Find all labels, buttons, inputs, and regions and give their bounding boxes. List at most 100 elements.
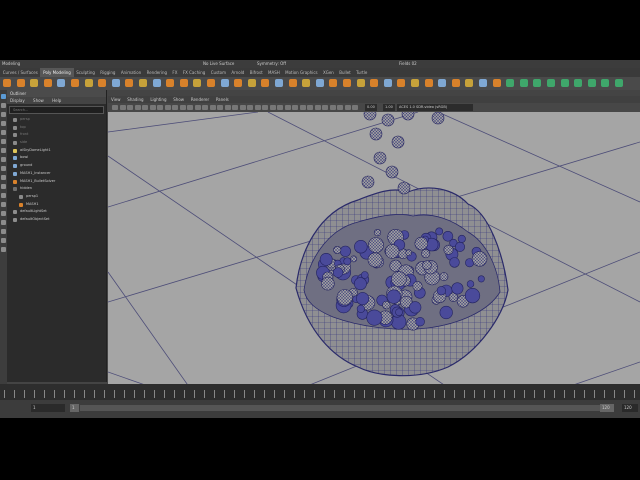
outliner-item[interactable]: hidden	[7, 185, 106, 193]
viewport-tool-icon[interactable]	[179, 105, 186, 110]
shelf-tab-fx-caching[interactable]: FX Caching	[180, 68, 208, 77]
shelf-tool-icon[interactable]	[533, 79, 542, 87]
viewport-tool-icon[interactable]	[157, 105, 163, 110]
toolbox-tool-icon[interactable]	[1, 130, 6, 135]
start-time-field[interactable]: 1	[31, 404, 65, 412]
toolbox-tool-icon[interactable]	[1, 103, 6, 108]
viewport-tool-icon[interactable]	[164, 105, 171, 110]
viewport-tool-icon[interactable]	[172, 105, 178, 110]
viewport-tool-icon[interactable]	[194, 105, 201, 110]
shelf-tab-arnold[interactable]: Arnold	[229, 68, 247, 77]
shelf-tool-icon[interactable]	[166, 79, 175, 87]
shelf-tool-icon[interactable]	[193, 79, 202, 87]
shelf-tool-icon[interactable]	[397, 79, 406, 87]
viewport-menu-show[interactable]: Show	[173, 97, 184, 102]
outliner-search-input[interactable]: Search...	[9, 106, 104, 114]
viewport-tool-icon[interactable]	[314, 105, 321, 110]
shelf-tool-icon[interactable]	[547, 79, 555, 87]
shelf-tab-rendering[interactable]: Rendering	[144, 68, 170, 77]
outliner-item[interactable]: front	[7, 131, 106, 139]
shelf-tool-icon[interactable]	[560, 79, 569, 87]
viewport-menu-lighting[interactable]: Lighting	[150, 97, 166, 102]
outliner-item[interactable]: persp1	[7, 193, 106, 201]
shelf-tool-icon[interactable]	[315, 79, 324, 87]
shelf-tool-icon[interactable]	[179, 79, 188, 87]
viewport-tool-icon[interactable]	[269, 105, 276, 110]
shelf-tool-icon[interactable]	[465, 79, 474, 87]
shelf-tab-fx[interactable]: FX	[170, 68, 180, 77]
outliner-item[interactable]: aiSkyDomeLight1	[7, 147, 106, 155]
viewport-tool-icon[interactable]	[187, 105, 193, 110]
toolbox-tool-icon[interactable]	[1, 202, 6, 207]
viewport-menu-panels[interactable]: Panels	[216, 97, 229, 102]
toolbox-tool-icon[interactable]	[1, 229, 6, 234]
shelf-tab-poly-modeling[interactable]: Poly Modeling	[40, 68, 74, 77]
outliner-menu-display[interactable]: Display	[10, 98, 25, 103]
shelf-tool-icon[interactable]	[98, 79, 107, 87]
outliner-menu-help[interactable]: Help	[52, 98, 61, 103]
viewport-tool-icon[interactable]	[284, 105, 291, 110]
toolbox-tool-icon[interactable]	[1, 148, 6, 153]
outliner-item[interactable]: MASH1	[7, 201, 106, 209]
range-start-handle[interactable]: 1	[70, 404, 79, 412]
symmetry-label[interactable]: Symmetry: Off	[257, 60, 286, 68]
shelf-tool-icon[interactable]	[3, 79, 11, 87]
outliner-item[interactable]: MASH1_BulletSolver	[7, 178, 106, 186]
outliner-item[interactable]: ground	[7, 162, 106, 170]
shelf-tool-icon[interactable]	[275, 79, 283, 87]
shelf-tool-icon[interactable]	[506, 79, 515, 87]
viewport-tool-icon[interactable]	[202, 105, 208, 110]
toolbox-tool-icon[interactable]	[1, 247, 6, 252]
viewport-tool-icon[interactable]	[292, 105, 298, 110]
time-slider[interactable]	[0, 384, 640, 400]
viewport-tool-icon[interactable]	[299, 105, 306, 110]
viewport-tool-icon[interactable]	[232, 105, 238, 110]
viewport-tool-icon[interactable]	[322, 105, 328, 110]
gamma-field[interactable]: 1.00	[383, 104, 395, 111]
viewport-tool-icon[interactable]	[142, 105, 148, 110]
toolbox-tool-icon[interactable]	[1, 175, 6, 180]
end-time-field[interactable]: 120	[622, 404, 638, 412]
viewport-tool-icon[interactable]	[239, 105, 246, 110]
toolbox-tool-icon[interactable]	[1, 112, 6, 117]
toolbox-tool-icon[interactable]	[1, 220, 6, 225]
toolbox-tool-icon[interactable]	[1, 157, 6, 162]
toolbox-tool-icon[interactable]	[1, 166, 6, 171]
outliner-item[interactable]: bowl	[7, 154, 106, 162]
viewport-tool-icon[interactable]	[344, 105, 351, 110]
viewport-tool-icon[interactable]	[224, 105, 231, 110]
toolbox-tool-icon[interactable]	[1, 211, 6, 216]
workspace-badge[interactable]: Fields 02	[399, 60, 417, 68]
shelf-tab-turtle[interactable]: Turtle	[353, 68, 370, 77]
viewport-tool-icon[interactable]	[352, 105, 358, 110]
shelf-tool-icon[interactable]	[424, 79, 433, 87]
toolbox-tool-icon[interactable]	[1, 193, 6, 198]
viewport-tool-icon[interactable]	[134, 105, 141, 110]
shelf-tab-animation[interactable]: Animation	[118, 68, 144, 77]
shelf-tool-icon[interactable]	[139, 79, 147, 87]
colorspace-selector[interactable]: ACES 1.0 SDR-video (sRGB)	[397, 104, 473, 111]
shelf-tool-icon[interactable]	[438, 79, 447, 87]
shelf-tool-icon[interactable]	[492, 79, 501, 87]
toolbox-tool-icon[interactable]	[1, 94, 6, 99]
shelf-tool-icon[interactable]	[451, 79, 460, 87]
shelf-tool-icon[interactable]	[288, 79, 297, 87]
shelf-tab-motion-graphics[interactable]: Motion Graphics	[282, 68, 320, 77]
shelf-tab-rigging[interactable]: Rigging	[98, 68, 119, 77]
viewport-tool-icon[interactable]	[254, 105, 261, 110]
outliner-item[interactable]: persp	[7, 116, 106, 124]
toolbox-tool-icon[interactable]	[1, 184, 6, 189]
exposure-field[interactable]: 0.00	[365, 104, 377, 111]
shelf-tool-icon[interactable]	[261, 79, 270, 87]
shelf-tool-icon[interactable]	[615, 79, 623, 87]
outliner-item[interactable]: defaultObjectSet	[7, 216, 106, 224]
shelf-tool-icon[interactable]	[16, 79, 25, 87]
shelf-tool-icon[interactable]	[152, 79, 161, 87]
viewport-tool-icon[interactable]	[119, 105, 126, 110]
shelf-tool-icon[interactable]	[519, 79, 528, 87]
range-bar[interactable]	[80, 405, 600, 411]
toolbox-tool-icon[interactable]	[1, 238, 6, 243]
shelf-tab-sculpting[interactable]: Sculpting	[74, 68, 98, 77]
shelf-tab-bifrost[interactable]: Bifrost	[247, 68, 265, 77]
shelf-tool-icon[interactable]	[220, 79, 229, 87]
